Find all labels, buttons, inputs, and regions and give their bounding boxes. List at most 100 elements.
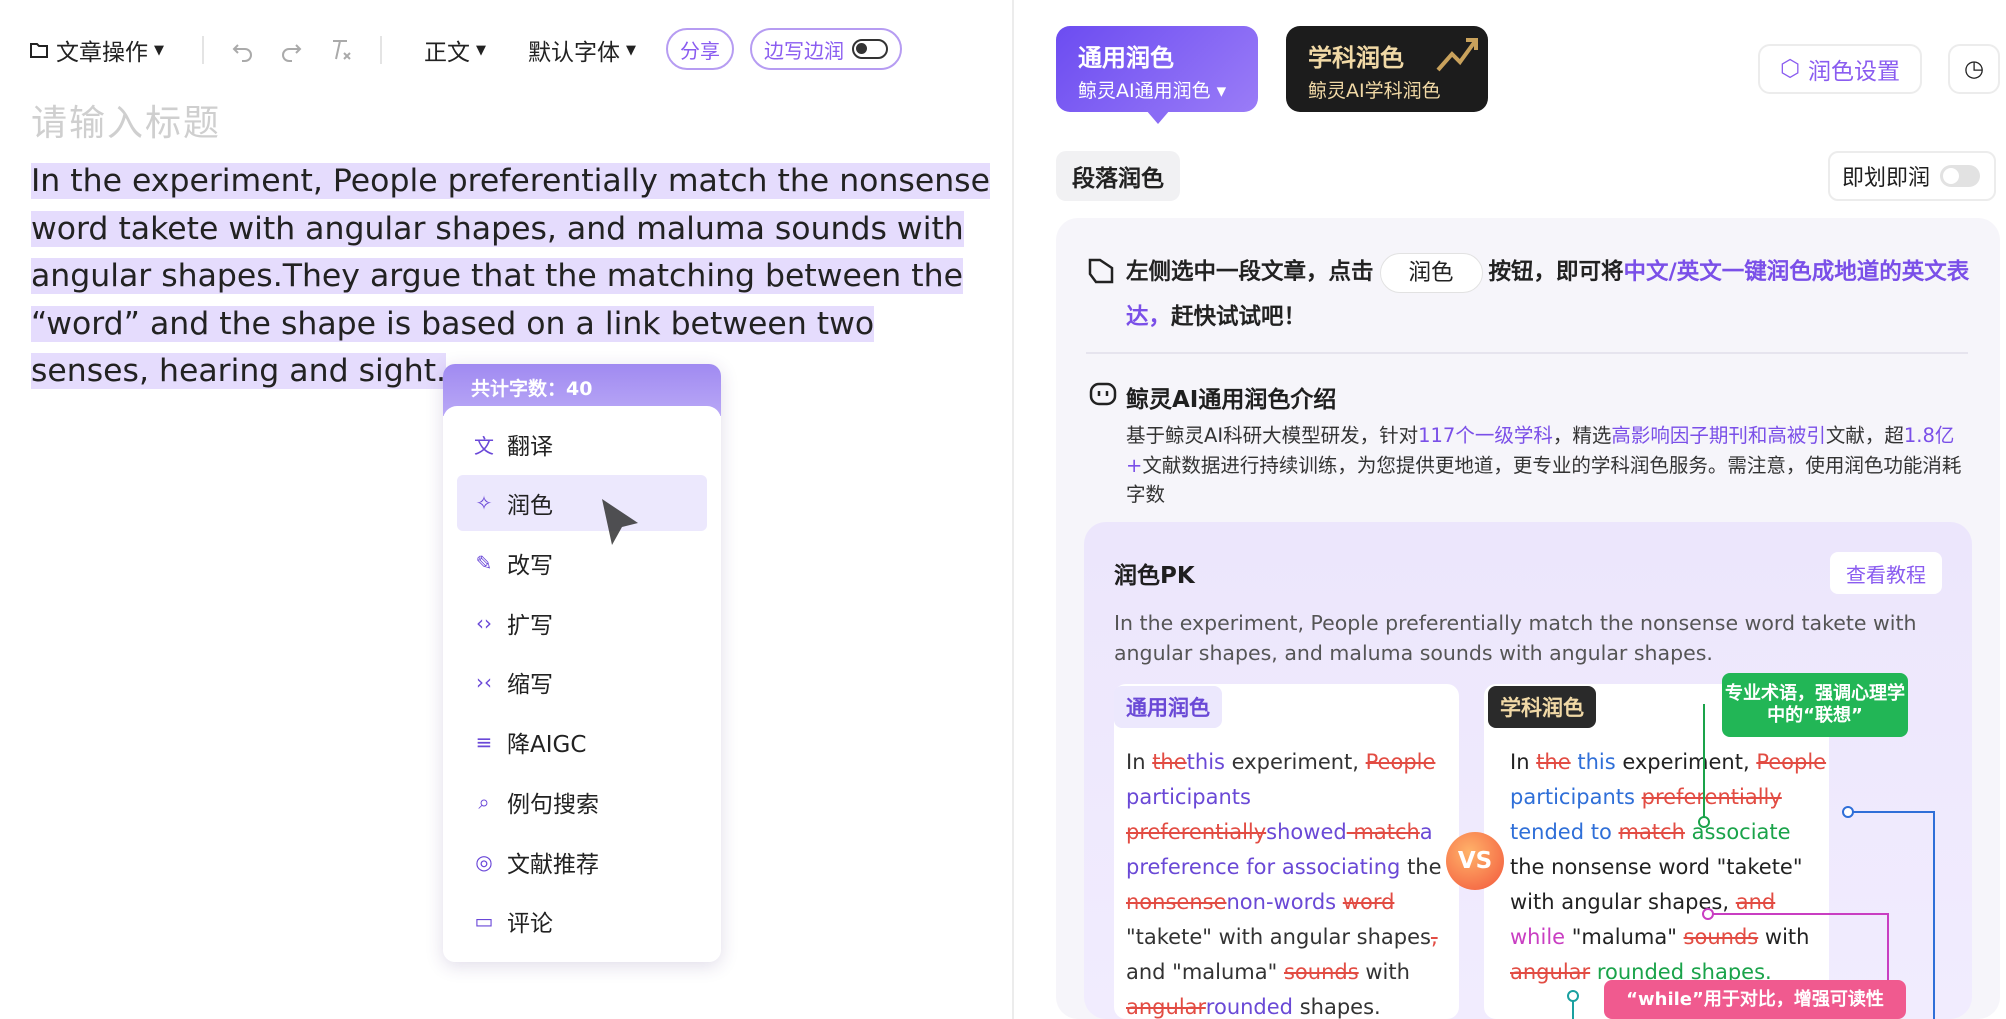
literature-icon: ◎ — [475, 850, 493, 874]
tab-title: 学科润色 — [1308, 44, 1404, 72]
chevron-down-icon: ▼ — [154, 42, 164, 58]
deleted-text: sounds — [1283, 960, 1359, 984]
font-label: 默认字体 — [528, 40, 620, 66]
undo-icon — [232, 44, 252, 62]
menu-item-comment[interactable]: ▭ 评论 — [457, 893, 707, 949]
polish-inline-button[interactable]: 润色 — [1379, 252, 1483, 293]
usage-tip: 左侧选中一段文章，点击 润色 按钮，即可将中文/英文一键润色成地道的英文表达，赶快试… — [1126, 250, 1996, 340]
toggle-switch — [852, 39, 888, 59]
menu-item-label: 改写 — [507, 553, 553, 579]
menu-item-label: 例句搜索 — [507, 792, 599, 818]
trend-icon — [1436, 38, 1478, 72]
unchanged-text: and "maluma" — [1126, 960, 1284, 984]
tab-subject-polish[interactable]: 学科润色 鲸灵AI学科润色 — [1286, 26, 1488, 112]
search-icon: ⌕ — [478, 790, 490, 814]
menu-item-translate[interactable]: 文翻译 — [457, 416, 707, 472]
redo-button[interactable] — [278, 30, 304, 70]
editor-body[interactable]: In the experiment, People preferentially… — [31, 158, 990, 396]
menu-item-polish[interactable]: ✧ 润色 — [457, 475, 707, 531]
tab-general-polish[interactable]: 通用润色 鲸灵AI通用润色 ▾ — [1056, 26, 1258, 124]
deleted-text: match — [1346, 820, 1420, 844]
tab-subtitle: 鲸灵AI学科润色 — [1308, 80, 1441, 102]
while-annotation: “while”用于对比，增强可读性 — [1604, 980, 1906, 1019]
inserted-text: while — [1510, 925, 1566, 949]
term-annotation: 专业术语，强调心理学中的“联想” — [1722, 673, 1908, 737]
selection-popup: 共计字数：40 文翻译 ✧ 润色 ✎ 改写 ‹› 扩写 ›‹ 缩写 ≡ 降AIGC ⌕ 例句… — [443, 364, 721, 962]
robot-icon — [1089, 382, 1117, 406]
tab-subtitle[interactable]: 鲸灵AI通用润色 ▾ — [1078, 76, 1226, 103]
clock-icon: ◷ — [1963, 56, 1985, 82]
shield-icon: ⬡ — [1779, 56, 1801, 82]
instant-polish-toggle[interactable]: 即划即润 — [1828, 151, 1996, 201]
selected-line: senses, hearing and sight. — [31, 353, 447, 389]
pk-title: 润色PK — [1114, 563, 1195, 589]
redo-icon — [282, 44, 302, 62]
deleted-text: People — [1365, 750, 1436, 774]
inserted-text: this — [1186, 750, 1225, 774]
instant-label: 即划即润 — [1842, 166, 1931, 191]
menu-item-label: 缩写 — [507, 672, 553, 698]
reduce-aigc-icon: ≡ — [475, 730, 493, 754]
doc-ops-menu[interactable]: 文章操作 ▼ — [28, 30, 164, 70]
chevron-down-icon: ▼ — [476, 42, 486, 58]
shrink-icon: ›‹ — [476, 670, 492, 694]
toolbar-divider — [202, 36, 204, 64]
polish-settings-button[interactable]: ⬡ 润色设置 — [1758, 44, 1922, 94]
menu-item-expand[interactable]: ‹› 扩写 — [457, 595, 707, 651]
comment-icon: ▭ — [474, 909, 494, 933]
rewrite-icon: ✎ — [475, 551, 493, 575]
menu-item-rewrite[interactable]: ✎ 改写 — [457, 535, 707, 591]
intro-paragraph: 基于鲸灵AI科研大模型研发，针对117个一级学科，精选高影响因子期刊和高被引文献… — [1126, 424, 1962, 506]
clear-format-icon — [333, 40, 351, 60]
tab-title: 通用润色 — [1078, 44, 1174, 72]
history-button[interactable]: ◷ — [1948, 44, 2000, 94]
menu-item-example-search[interactable]: ⌕ 例句搜索 — [457, 774, 707, 830]
vs-badge: VS — [1446, 832, 1504, 890]
menu-item-label: 润色 — [507, 493, 553, 519]
deleted-text: nonsense — [1126, 890, 1227, 914]
annotation-connectors — [1567, 704, 1935, 1019]
mouse-cursor-icon — [602, 499, 638, 545]
selected-line: In the experiment, People preferentially… — [31, 163, 990, 199]
doc-ops-label: 文章操作 — [56, 40, 148, 66]
unchanged-text: the — [1400, 855, 1442, 879]
unchanged-text: with — [1358, 960, 1410, 984]
app-window: 文章操作 ▼ 正文 ▼ 默认字体 ▼ 分享 边写边润 请输入标题 In the … — [0, 0, 2006, 1019]
menu-item-label: 降AIGC — [507, 732, 587, 758]
intro-title: 鲸灵AI通用润色介绍 — [1126, 387, 1337, 413]
deleted-text: word — [1342, 890, 1395, 914]
undo-button[interactable] — [230, 30, 256, 70]
inserted-text: rounded — [1205, 995, 1294, 1019]
side-edit-toggle[interactable]: 边写边润 — [750, 28, 902, 70]
selected-line: angular shapes.They argue that the match… — [31, 258, 963, 294]
toolbar-divider — [380, 36, 382, 64]
inserted-text: non-words — [1226, 890, 1337, 914]
unchanged-text: experiment, — [1224, 750, 1366, 774]
general-polish-text: In thethis experiment, People participan… — [1126, 745, 1444, 1019]
menu-item-label: 扩写 — [507, 613, 553, 639]
paragraph-style-select[interactable]: 正文 ▼ — [424, 30, 486, 70]
section-divider — [1086, 352, 1968, 354]
menu-item-label: 评论 — [507, 911, 553, 937]
menu-item-label: 翻译 — [507, 434, 553, 460]
deleted-text: the — [1152, 750, 1187, 774]
paragraph-polish-chip[interactable]: 段落润色 — [1056, 151, 1180, 201]
toggle-switch — [1940, 165, 1981, 187]
chevron-down-icon: ▼ — [626, 42, 636, 58]
menu-item-literature[interactable]: ◎ 文献推荐 — [457, 834, 707, 890]
font-select[interactable]: 默认字体 ▼ — [528, 30, 636, 70]
menu-item-reduce-aigc[interactable]: ≡ 降AIGC — [457, 714, 707, 770]
share-button[interactable]: 分享 — [666, 28, 734, 70]
inserted-text: participants — [1126, 785, 1251, 809]
folder-icon — [30, 43, 48, 58]
unchanged-text: shapes. — [1293, 995, 1381, 1019]
menu-item-label: 文献推荐 — [507, 852, 599, 878]
tutorial-button[interactable]: 查看教程 — [1830, 552, 1942, 594]
menu-item-shrink[interactable]: ›‹ 缩写 — [457, 654, 707, 710]
tab-pointer-icon — [1146, 110, 1170, 124]
pointing-hand-icon — [1088, 258, 1114, 284]
title-input[interactable]: 请输入标题 — [31, 94, 221, 146]
general-polish-tag: 通用润色 — [1114, 686, 1222, 728]
clear-format-button[interactable] — [328, 30, 354, 70]
paragraph-style-label: 正文 — [424, 40, 470, 66]
